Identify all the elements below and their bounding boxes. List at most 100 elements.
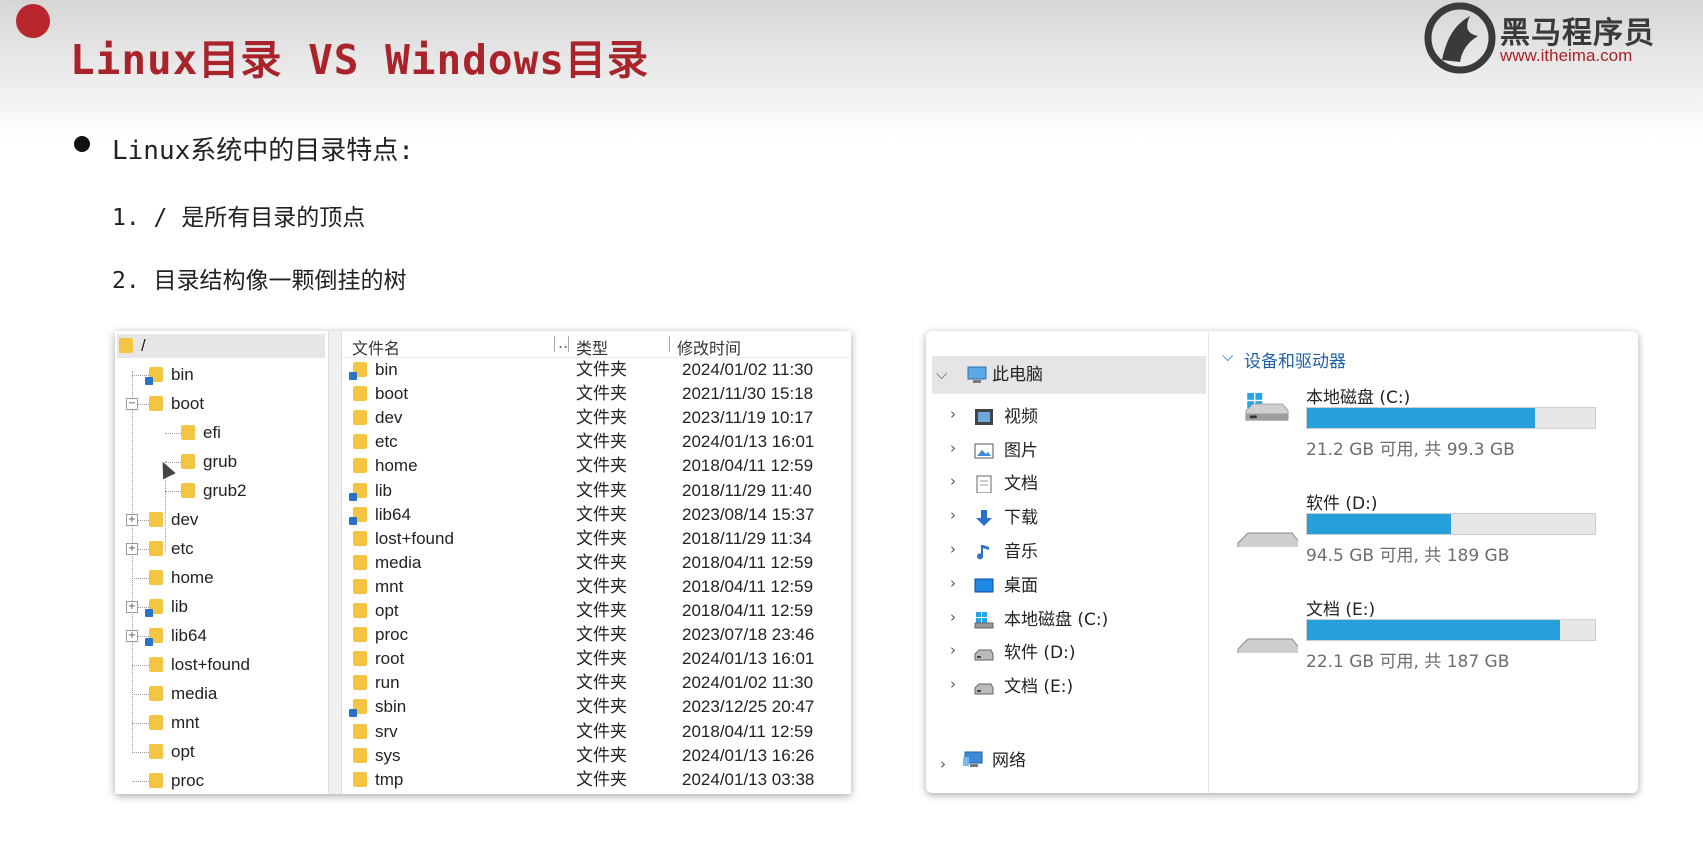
expand-toggle-icon[interactable]: + [126, 630, 138, 642]
chevron-right-icon[interactable]: › [940, 755, 946, 773]
folder-icon [145, 599, 163, 617]
windows-explorer: ⌵ 此电脑 › 视频 › 图片 › 文档 › 下载 › 音乐 › 桌面 › 本地磁盘 (C:) › 软件 (D… [926, 331, 1638, 793]
nav-item[interactable]: 软件 (D:) [1004, 639, 1076, 667]
folder-icon [149, 744, 163, 759]
chevron-right-icon[interactable]: › [950, 405, 956, 423]
tree-node-etc[interactable]: etc [171, 537, 194, 561]
tree-node-home[interactable]: home [171, 566, 214, 590]
tree-node-lib[interactable]: lib [171, 595, 188, 619]
folder-icon [353, 603, 367, 618]
tree-node-mnt[interactable]: mnt [171, 711, 199, 735]
collapse-toggle-icon[interactable]: − [126, 398, 138, 410]
tree-node-efi[interactable]: efi [203, 421, 221, 445]
folder-icon [353, 651, 367, 667]
chevron-down-icon[interactable]: ⌵ [936, 365, 947, 383]
file-modified: 2018/11/29 11:34 [682, 528, 812, 548]
tree-node-opt[interactable]: opt [171, 740, 195, 764]
file-name: proc [375, 625, 409, 645]
column-separator [568, 336, 569, 352]
file-modified: 2024/01/13 16:26 [682, 745, 815, 765]
tree-node-grub2[interactable]: grub2 [203, 479, 246, 503]
pane-splitter[interactable] [329, 331, 342, 794]
file-row[interactable]: mnt 文件夹 2018/04/11 12:59 [342, 575, 851, 599]
chevron-right-icon[interactable]: › [950, 574, 956, 592]
file-row[interactable]: etc 文件夹 2024/01/13 16:01 [342, 430, 851, 454]
expand-toggle-icon[interactable]: + [126, 514, 138, 526]
nav-network[interactable]: 网络 [992, 747, 1026, 775]
file-modified: 2024/01/13 16:01 [682, 432, 815, 452]
folder-icon [353, 771, 367, 787]
file-row[interactable]: lib 文件夹 2018/11/29 11:40 [342, 479, 851, 503]
nav-item[interactable]: 桌面 [1004, 572, 1038, 600]
file-row[interactable]: opt 文件夹 2018/04/11 12:59 [342, 599, 851, 623]
column-type[interactable]: 类型 [576, 335, 608, 359]
file-type: 文件夹 [576, 721, 627, 741]
file-row[interactable]: boot 文件夹 2021/11/30 15:18 [342, 382, 851, 406]
tree-node-grub[interactable]: grub [203, 450, 237, 474]
tree-node-root[interactable]: / [141, 334, 146, 358]
folder-icon [353, 675, 367, 691]
nav-item[interactable]: 视频 [1004, 403, 1038, 431]
list-header: 文件名 .. 类型 修改时间 [342, 331, 851, 358]
folder-icon [149, 657, 163, 672]
file-row[interactable]: lib64 文件夹 2023/08/14 15:37 [342, 503, 851, 527]
file-row[interactable]: media 文件夹 2018/04/11 12:59 [342, 551, 851, 575]
file-row[interactable]: sbin 文件夹 2023/12/25 20:47 [342, 695, 851, 719]
expand-toggle-icon[interactable]: + [126, 543, 138, 555]
file-row[interactable]: tmp 文件夹 2024/01/13 03:38 [342, 768, 851, 792]
drive-tile[interactable]: 本地磁盘 (C:) 21.2 GB 可用, 共 99.3 GB [1236, 383, 1636, 483]
nav-item[interactable]: 本地磁盘 (C:) [1004, 606, 1108, 634]
drive-usage-fill [1307, 620, 1561, 640]
nav-item[interactable]: 音乐 [1004, 538, 1038, 566]
chevron-right-icon[interactable]: › [950, 472, 956, 490]
column-modified[interactable]: 修改时间 [677, 335, 741, 359]
chevron-right-icon[interactable]: › [950, 506, 956, 524]
tree-node-bin[interactable]: bin [171, 363, 194, 387]
chevron-right-icon[interactable]: › [950, 675, 956, 693]
hard-drive-icon [1237, 638, 1298, 653]
drive-tile[interactable]: 软件 (D:) 94.5 GB 可用, 共 189 GB [1236, 489, 1636, 589]
drive-tile[interactable]: 文档 (E:) 22.1 GB 可用, 共 187 GB [1236, 595, 1636, 695]
file-modified: 2023/07/18 23:46 [682, 625, 815, 645]
file-name: tmp [375, 769, 404, 789]
file-type: 文件夹 [576, 697, 627, 717]
file-modified: 2023/11/19 10:17 [682, 408, 814, 428]
chevron-right-icon[interactable]: › [950, 540, 956, 558]
file-row[interactable]: dev 文件夹 2023/11/19 10:17 [342, 406, 851, 430]
file-row[interactable]: srv 文件夹 2018/04/11 12:59 [342, 720, 851, 744]
file-row[interactable]: lost+found 文件夹 2018/11/29 11:34 [342, 527, 851, 551]
file-row[interactable]: run 文件夹 2024/01/02 11:30 [342, 671, 851, 695]
tree-node-boot[interactable]: boot [171, 392, 204, 416]
tree-node-proc[interactable]: proc [171, 769, 204, 793]
chevron-right-icon[interactable]: › [950, 608, 956, 626]
section-chevron-icon[interactable]: ⌵ [1222, 347, 1233, 365]
section-title[interactable]: 设备和驱动器 [1244, 347, 1346, 372]
logo-url: www.itheima.com [1500, 46, 1633, 65]
file-name: media [375, 552, 422, 572]
nav-item[interactable]: 文档 (E:) [1004, 673, 1073, 701]
folder-icon [353, 530, 367, 546]
file-row[interactable]: proc 文件夹 2023/07/18 23:46 [342, 623, 851, 647]
network-icon [963, 751, 983, 767]
file-row[interactable]: bin 文件夹 2024/01/02 11:30 [342, 358, 851, 382]
chevron-right-icon[interactable]: › [950, 439, 956, 457]
file-row[interactable]: sys 文件夹 2024/01/13 16:26 [342, 744, 851, 768]
folder-icon [349, 482, 367, 501]
nav-item[interactable]: 下载 [1004, 504, 1038, 532]
nav-item[interactable]: 文档 [1004, 470, 1038, 498]
file-type: 文件夹 [576, 504, 627, 524]
column-more[interactable]: .. [558, 333, 568, 352]
chevron-right-icon[interactable]: › [950, 641, 956, 659]
folder-icon [349, 506, 367, 525]
expand-toggle-icon[interactable]: + [126, 601, 138, 613]
tree-node-lib64[interactable]: lib64 [171, 624, 207, 648]
file-row[interactable]: home 文件夹 2018/04/11 12:59 [342, 454, 851, 478]
nav-item[interactable]: 图片 [1004, 437, 1038, 465]
nav-this-pc[interactable]: 此电脑 [992, 361, 1043, 389]
tree-node-media[interactable]: media [171, 682, 217, 706]
tree-node-lostfound[interactable]: lost+found [171, 653, 250, 677]
column-name[interactable]: 文件名 [352, 335, 400, 359]
file-modified: 2018/04/11 12:59 [682, 576, 814, 596]
file-row[interactable]: root 文件夹 2024/01/13 16:01 [342, 647, 851, 671]
tree-node-dev[interactable]: dev [171, 508, 198, 532]
